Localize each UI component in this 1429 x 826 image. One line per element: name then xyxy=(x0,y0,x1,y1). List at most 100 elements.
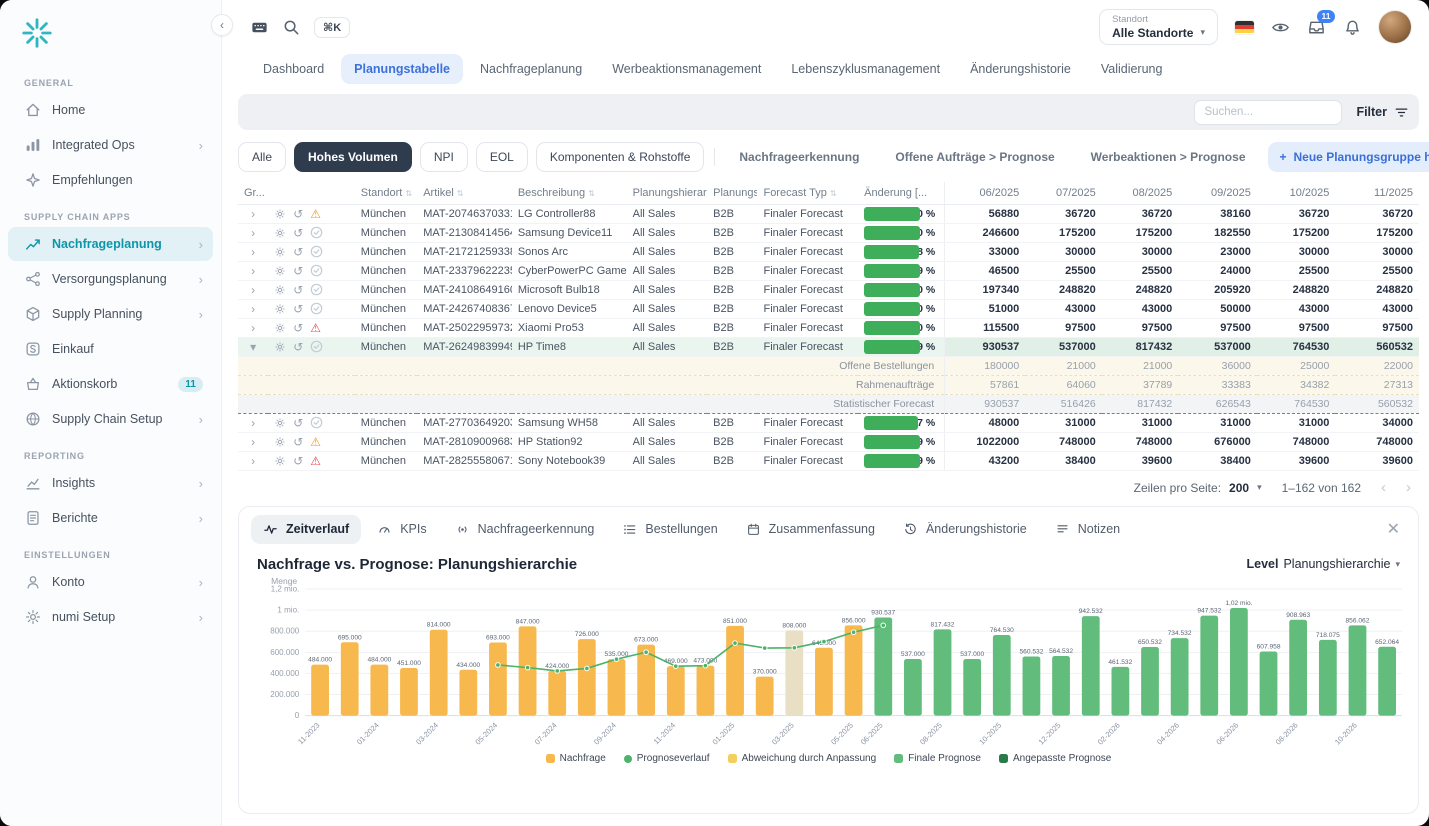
sidebar-item-empfehlungen[interactable]: Empfehlungen xyxy=(8,163,213,197)
tab-änderungshistorie[interactable]: Änderungshistorie xyxy=(957,54,1084,84)
month-value-cell[interactable]: 43000 xyxy=(1335,299,1419,318)
month-value-cell[interactable]: 97500 xyxy=(1102,318,1179,337)
gear-icon[interactable] xyxy=(274,246,286,258)
user-avatar[interactable] xyxy=(1379,11,1411,43)
rows-per-page-select[interactable]: Zeilen pro Seite: 200 ▾ xyxy=(1134,481,1262,495)
month-value-cell[interactable]: 748000 xyxy=(1102,432,1179,451)
check-circle-icon[interactable] xyxy=(310,264,323,277)
month-value-cell[interactable]: 817432 xyxy=(1102,337,1179,356)
month-value-cell[interactable]: 537000 xyxy=(1025,337,1102,356)
month-value-cell[interactable]: 43000 xyxy=(1257,299,1336,318)
month-value-cell[interactable]: 39600 xyxy=(1257,451,1336,470)
history-icon[interactable]: ↺ xyxy=(293,322,303,334)
sidebar-item-supply-chain-setup[interactable]: Supply Chain Setup› xyxy=(8,402,213,436)
chip-werbeaktionen-prognose[interactable]: Werbeaktionen > Prognose xyxy=(1077,142,1260,172)
sidebar-item-konto[interactable]: Konto› xyxy=(8,565,213,599)
month-value-cell[interactable]: 43200 xyxy=(945,451,1026,470)
table-row[interactable]: ›↺MünchenMAT-242674083675Lenovo Device5A… xyxy=(238,299,1419,318)
tab-werbeaktionsmanagement[interactable]: Werbeaktionsmanagement xyxy=(599,54,774,84)
app-logo-icon[interactable] xyxy=(0,10,221,63)
chevron-right-icon[interactable]: › xyxy=(251,226,255,240)
month-value-cell[interactable]: 748000 xyxy=(1257,432,1336,451)
month-value-cell[interactable]: 764530 xyxy=(1257,337,1336,356)
chip-hohes-volumen[interactable]: Hohes Volumen xyxy=(294,142,412,172)
chevron-right-icon[interactable]: › xyxy=(251,416,255,430)
sidebar-item-numi-setup[interactable]: numi Setup› xyxy=(8,600,213,634)
month-value-cell[interactable]: 31000 xyxy=(1257,413,1336,432)
prev-page-button[interactable]: ‹ xyxy=(1381,479,1386,496)
history-icon[interactable]: ↺ xyxy=(293,284,303,296)
month-value-cell[interactable]: 46500 xyxy=(945,261,1026,280)
chevron-right-icon[interactable]: › xyxy=(251,435,255,449)
chip-alle[interactable]: Alle xyxy=(238,142,286,172)
tab-nachfrageplanung[interactable]: Nachfrageplanung xyxy=(467,54,595,84)
month-value-cell[interactable]: 30000 xyxy=(1025,242,1102,261)
column-header-standort[interactable]: Standort⇅ xyxy=(355,182,417,204)
column-header-forecast-typ[interactable]: Forecast Typ⇅ xyxy=(757,182,858,204)
column-header-icons[interactable] xyxy=(268,182,355,204)
column-header-planungshierarc[interactable]: Planungshierarc...⇅ xyxy=(627,182,708,204)
chip-komponenten-rohstoffe[interactable]: Komponenten & Rohstoffe xyxy=(536,142,705,172)
error-icon[interactable]: ⚠ xyxy=(310,322,321,334)
check-circle-icon[interactable] xyxy=(310,283,323,296)
month-value-cell[interactable]: 43000 xyxy=(1102,299,1179,318)
filter-button[interactable]: Filter xyxy=(1356,105,1409,120)
history-icon[interactable]: ↺ xyxy=(293,265,303,277)
keyboard-icon[interactable] xyxy=(250,18,269,37)
gear-icon[interactable] xyxy=(274,455,286,467)
table-row[interactable]: ▾↺MünchenMAT-26249839949HP Time8All Sale… xyxy=(238,337,1419,356)
column-header-planungs[interactable]: Planungs...⇅ xyxy=(707,182,757,204)
chevron-down-icon[interactable]: ▾ xyxy=(250,340,256,354)
month-value-cell[interactable]: 30000 xyxy=(1335,242,1419,261)
panel-tab-bestellungen[interactable]: Bestellungen xyxy=(610,515,729,544)
check-circle-icon[interactable] xyxy=(310,416,323,429)
table-row[interactable]: ›↺⚠MünchenMAT-250229597325Xiaomi Pro53Al… xyxy=(238,318,1419,337)
month-value-cell[interactable]: 748000 xyxy=(1025,432,1102,451)
month-value-cell[interactable]: 38400 xyxy=(1025,451,1102,470)
month-value-cell[interactable]: 38400 xyxy=(1178,451,1257,470)
search-input[interactable] xyxy=(1194,100,1342,125)
check-circle-icon[interactable] xyxy=(310,226,323,239)
gear-icon[interactable] xyxy=(274,284,286,296)
column-header-gr[interactable]: Gr... xyxy=(238,182,268,204)
month-value-cell[interactable]: 48000 xyxy=(945,413,1026,432)
month-value-cell[interactable]: 24000 xyxy=(1178,261,1257,280)
sidebar-item-versorgungsplanung[interactable]: Versorgungsplanung› xyxy=(8,262,213,296)
month-value-cell[interactable]: 25500 xyxy=(1025,261,1102,280)
german-flag-icon[interactable] xyxy=(1235,21,1254,34)
month-value-cell[interactable]: 36720 xyxy=(1335,204,1419,223)
warning-icon[interactable]: ⚠ xyxy=(310,436,321,448)
month-value-cell[interactable]: 25500 xyxy=(1335,261,1419,280)
month-value-cell[interactable]: 537000 xyxy=(1178,337,1257,356)
standort-select[interactable]: Standort Alle Standorte▾ xyxy=(1099,9,1218,45)
month-value-cell[interactable]: 30000 xyxy=(1102,242,1179,261)
column-header-08-2025[interactable]: 08/2025 xyxy=(1102,182,1179,204)
check-circle-icon[interactable] xyxy=(310,302,323,315)
table-row[interactable]: ›↺⚠MünchenMAT-282555806714Sony Notebook3… xyxy=(238,451,1419,470)
table-row[interactable]: ›↺MünchenMAT-241086491608Microsoft Bulb1… xyxy=(238,280,1419,299)
month-value-cell[interactable]: 36720 xyxy=(1257,204,1336,223)
gear-icon[interactable] xyxy=(274,265,286,277)
history-icon[interactable]: ↺ xyxy=(293,227,303,239)
month-value-cell[interactable]: 248820 xyxy=(1335,280,1419,299)
month-value-cell[interactable]: 97500 xyxy=(1178,318,1257,337)
month-value-cell[interactable]: 56880 xyxy=(945,204,1026,223)
table-row[interactable]: ›↺MünchenMAT-233796222353CyberPowerPC Ga… xyxy=(238,261,1419,280)
column-header-11-2025[interactable]: 11/2025 xyxy=(1335,182,1419,204)
tab-validierung[interactable]: Validierung xyxy=(1088,54,1176,84)
eye-icon[interactable] xyxy=(1271,18,1290,37)
month-value-cell[interactable]: 248820 xyxy=(1025,280,1102,299)
tab-lebenszyklusmanagement[interactable]: Lebenszyklusmanagement xyxy=(778,54,953,84)
month-value-cell[interactable]: 31000 xyxy=(1178,413,1257,432)
column-header-artikel[interactable]: Artikel⇅ xyxy=(417,182,512,204)
chevron-right-icon[interactable]: › xyxy=(251,321,255,335)
month-value-cell[interactable]: 175200 xyxy=(1102,223,1179,242)
chevron-right-icon[interactable]: › xyxy=(251,454,255,468)
month-value-cell[interactable]: 25500 xyxy=(1257,261,1336,280)
history-icon[interactable]: ↺ xyxy=(293,303,303,315)
level-select[interactable]: Level Planungshierarchie ▾ xyxy=(1246,557,1400,571)
search-icon[interactable] xyxy=(282,18,301,37)
chip-eol[interactable]: EOL xyxy=(476,142,528,172)
month-value-cell[interactable]: 930537 xyxy=(945,337,1026,356)
warning-icon[interactable]: ⚠ xyxy=(310,208,321,220)
